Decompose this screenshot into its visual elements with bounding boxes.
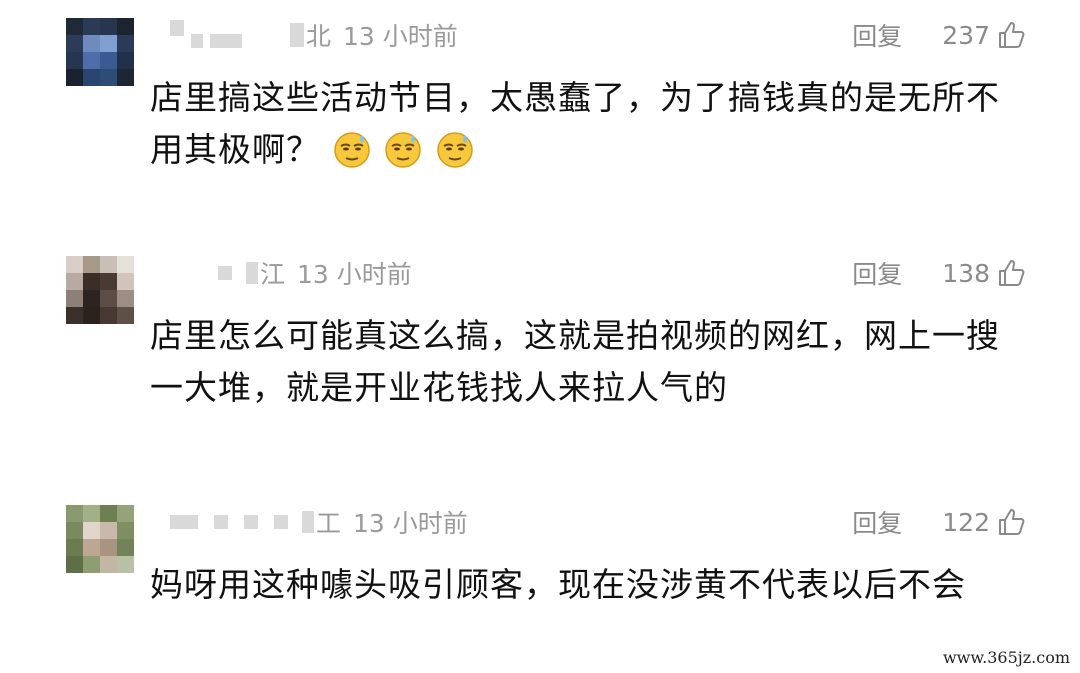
comment-body: 店里怎么可能真这么搞，这就是拍视频的网红，网上一搜一大堆，就是开业花钱找人来拉人… [150,310,1030,414]
blurred-location [246,262,258,284]
location-label: 工 [316,509,342,538]
comment-text: 妈呀用这种噱头吸引顾客，现在没涉黄不代表以后不会 [150,565,966,604]
comment-meta: 江 13 小时前 [218,256,412,290]
avatar[interactable] [66,18,134,86]
comment-meta: 北 13 小时前 [170,18,458,52]
comment-text: 店里搞这些活动节目，太愚蠢了，为了搞钱真的是无所不用其极啊？ [150,78,1000,169]
blurred-username [218,266,232,280]
sweat-smile-emoji-icon [383,129,423,169]
comment-body: 妈呀用这种噱头吸引顾客，现在没涉黄不代表以后不会 [150,559,1030,611]
comment-text: 店里怎么可能真这么搞，这就是拍视频的网红，网上一搜一大堆，就是开业花钱找人来拉人… [150,316,1000,407]
comment-actions: 回复 138 [852,256,1026,290]
like-count: 122 [942,507,990,537]
comment-meta: 工 13 小时前 [170,505,468,539]
avatar[interactable] [66,505,134,573]
thumbs-up-icon[interactable] [996,258,1026,288]
comment-body: 店里搞这些活动节目，太愚蠢了，为了搞钱真的是无所不用其极啊？ [150,72,1030,176]
thumbs-up-icon[interactable] [996,507,1026,537]
time-label: 13 小时前 [353,509,468,538]
thumbs-up-icon[interactable] [996,20,1026,50]
blurred-location [290,23,304,47]
blurred-username [170,515,198,529]
location-label: 北 [306,22,332,51]
like-count: 138 [942,258,990,288]
blurred-location [302,511,314,533]
avatar[interactable] [66,256,134,324]
blurred-username [214,515,228,529]
like-count: 237 [942,20,990,50]
blurred-username [170,20,184,36]
location-label: 江 [260,260,286,289]
time-label: 13 小时前 [297,260,412,289]
blurred-username [244,515,258,529]
sweat-smile-emoji-icon [435,129,475,169]
blurred-username [210,34,242,48]
reply-button[interactable]: 回复 [852,504,902,540]
comment-actions: 回复 237 [852,18,1026,52]
comment-actions: 回复 122 [852,505,1026,539]
time-label: 13 小时前 [343,22,458,51]
blurred-username [274,515,288,529]
reply-button[interactable]: 回复 [852,17,902,53]
reply-button[interactable]: 回复 [852,255,902,291]
watermark: www.365jz.com [942,648,1070,667]
blurred-username [191,34,203,48]
sweat-smile-emoji-icon [332,129,372,169]
